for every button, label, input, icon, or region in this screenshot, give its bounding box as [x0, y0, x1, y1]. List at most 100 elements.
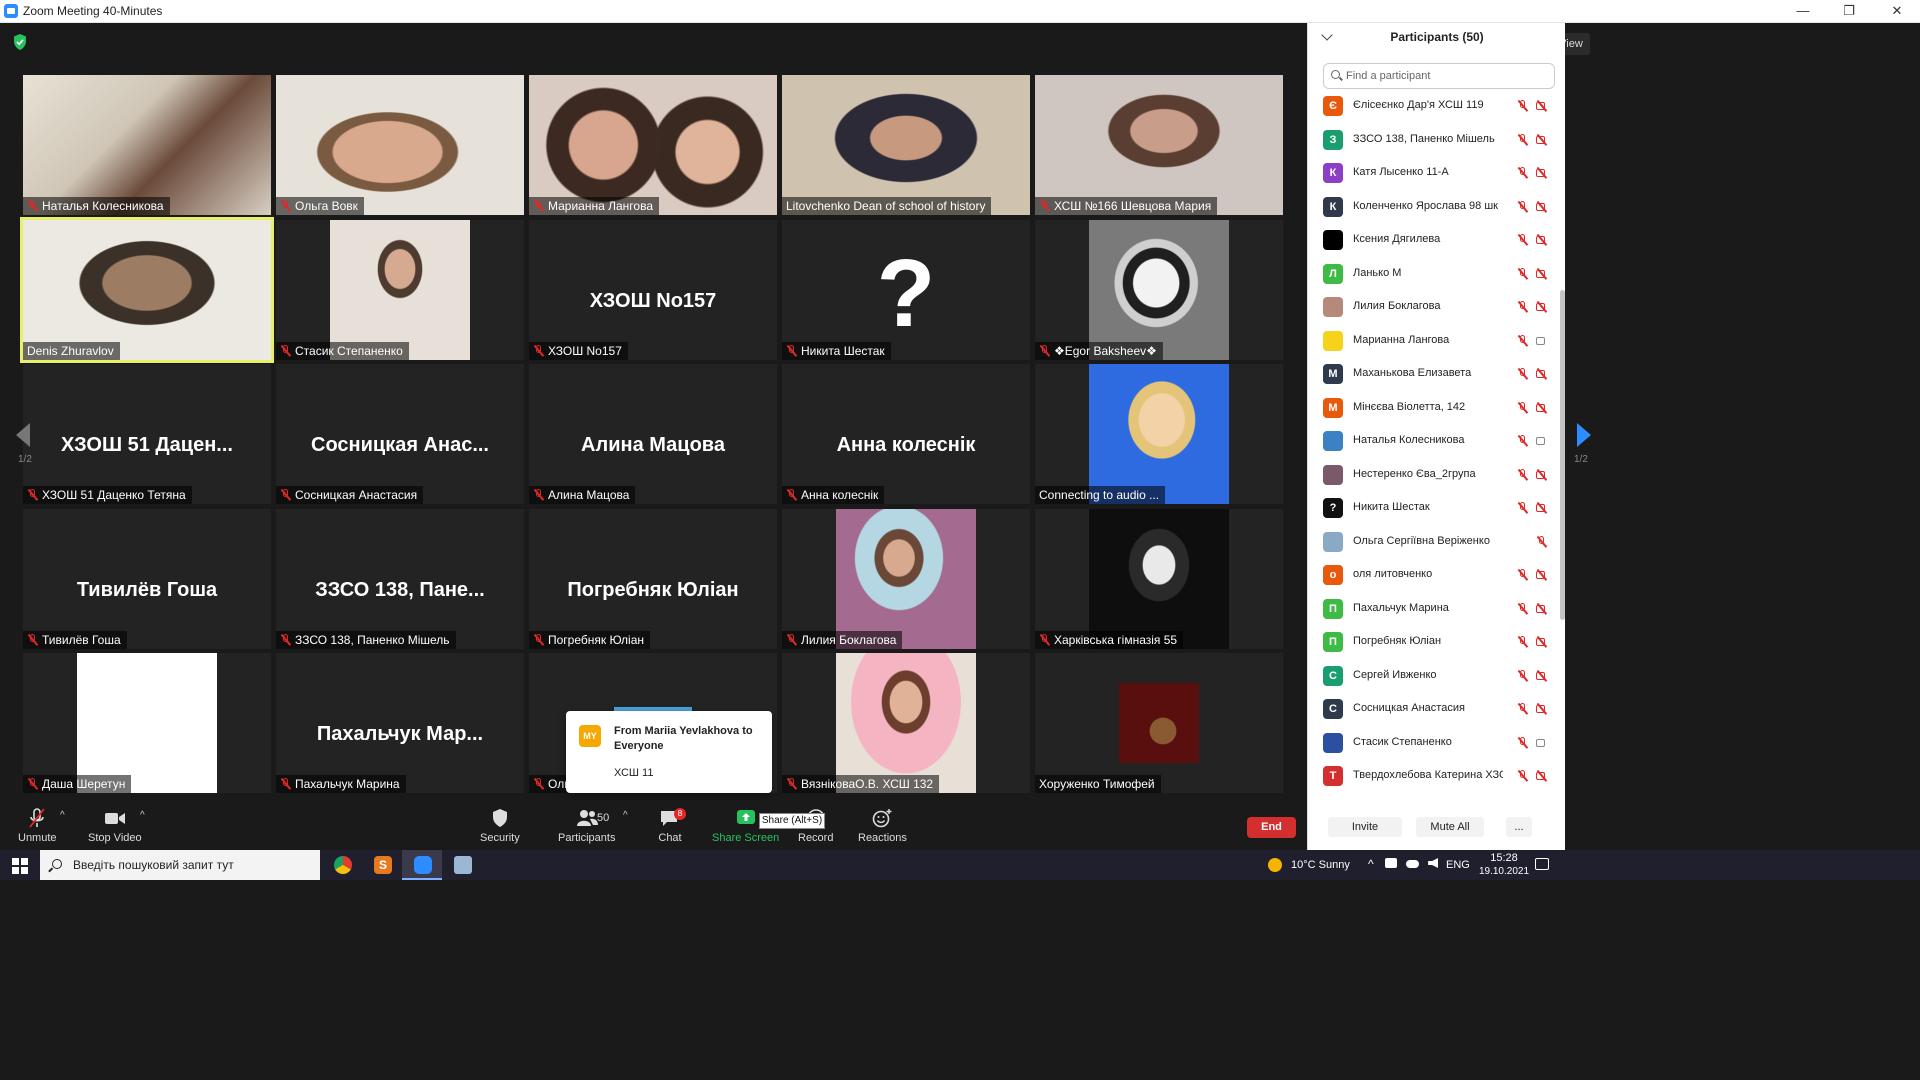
- video-tile[interactable]: Сосницкая Анас... Сосницкая Анастасия: [276, 364, 524, 504]
- video-off-icon[interactable]: [1536, 402, 1550, 414]
- clock-time[interactable]: 15:28: [1486, 852, 1522, 864]
- muted-mic-icon[interactable]: [1517, 167, 1529, 179]
- participant-row[interactable]: Лилия Боклагова: [1308, 291, 1558, 324]
- participant-row[interactable]: С Сосницкая Анастасия: [1308, 693, 1558, 726]
- participants-options-caret-icon[interactable]: ^: [623, 810, 628, 821]
- taskbar-zoom[interactable]: [402, 850, 442, 880]
- participant-row[interactable]: Л Ланько М: [1308, 258, 1558, 291]
- video-off-icon[interactable]: [1536, 569, 1550, 581]
- mute-all-button[interactable]: Mute All: [1416, 817, 1484, 837]
- video-tile[interactable]: ? Никита Шестак: [782, 220, 1030, 360]
- video-off-icon[interactable]: [1536, 636, 1550, 648]
- muted-mic-icon[interactable]: [1517, 234, 1529, 246]
- security-button[interactable]: Security: [480, 808, 520, 844]
- volume-icon[interactable]: [1428, 858, 1439, 868]
- participant-row[interactable]: Нестеренко Єва_2група: [1308, 459, 1558, 492]
- muted-mic-icon[interactable]: [1517, 669, 1529, 682]
- prev-page-arrow-icon[interactable]: [16, 423, 30, 447]
- participant-row[interactable]: Ольга Сергіївна Веріженко: [1308, 526, 1558, 559]
- muted-mic-icon[interactable]: [1517, 368, 1529, 380]
- participant-row[interactable]: П Погребняк Юліан: [1308, 626, 1558, 659]
- end-meeting-button[interactable]: End: [1247, 817, 1296, 838]
- video-off-icon[interactable]: [1536, 368, 1550, 380]
- muted-mic-icon[interactable]: [1536, 535, 1548, 548]
- video-tile[interactable]: Хоруженко Тимофей: [1035, 653, 1283, 793]
- unmute-button[interactable]: Unmute: [18, 808, 57, 844]
- video-tile[interactable]: Лилия Боклагова: [782, 509, 1030, 649]
- participant-row[interactable]: Марианна Лангова: [1308, 325, 1558, 358]
- video-tile[interactable]: Denis Zhuravlov: [20, 217, 274, 363]
- participant-row[interactable]: П Пахальчук Марина: [1308, 593, 1558, 626]
- taskbar-chrome[interactable]: [322, 850, 362, 880]
- video-tile[interactable]: Тивилёв Гоша Тивилёв Гоша: [23, 509, 271, 649]
- video-tile[interactable]: Погребняк Юліан Погребняк Юліан: [529, 509, 777, 649]
- video-tile[interactable]: Стасик Степаненко: [276, 220, 524, 360]
- video-tile[interactable]: Пахальчук Мар... Пахальчук Марина: [276, 653, 524, 793]
- close-button[interactable]: ✕: [1874, 0, 1920, 23]
- encryption-shield-icon[interactable]: [12, 33, 28, 51]
- muted-mic-icon[interactable]: [1517, 468, 1529, 481]
- video-off-icon[interactable]: [1536, 603, 1550, 615]
- windows-start-icon[interactable]: [12, 858, 28, 874]
- participant-list-scrollbar[interactable]: [1560, 290, 1565, 620]
- network-icon[interactable]: [1385, 858, 1397, 868]
- taskbar-app[interactable]: [442, 850, 482, 880]
- video-tile[interactable]: Litovchenko Dean of school of history: [782, 75, 1030, 215]
- video-off-icon[interactable]: [1536, 268, 1550, 280]
- video-on-icon[interactable]: [1536, 435, 1550, 447]
- muted-mic-icon[interactable]: [1517, 334, 1529, 347]
- clock-date[interactable]: 19.10.2021: [1476, 866, 1532, 877]
- video-tile[interactable]: Харківська гімназія 55: [1035, 509, 1283, 649]
- video-off-icon[interactable]: [1536, 502, 1550, 514]
- video-tile[interactable]: ХЗОШ No157 ХЗОШ No157: [529, 220, 777, 360]
- participant-row[interactable]: З ЗЗСО 138, Паненко Мішель: [1308, 124, 1558, 157]
- taskbar-skype[interactable]: S: [362, 850, 402, 880]
- video-off-icon[interactable]: [1536, 234, 1550, 246]
- video-tile[interactable]: Наталья Колесникова: [23, 75, 271, 215]
- video-tile[interactable]: Ольга Вовк: [276, 75, 524, 215]
- muted-mic-icon[interactable]: [1517, 736, 1529, 749]
- participant-row[interactable]: К Катя Лысенко 11-А: [1308, 157, 1558, 190]
- minimize-button[interactable]: —: [1780, 0, 1826, 23]
- video-tile[interactable]: Алина Мацова Алина Мацова: [529, 364, 777, 504]
- more-options-button[interactable]: ...: [1506, 817, 1532, 837]
- video-tile[interactable]: Даша Шеретун: [23, 653, 271, 793]
- notification-center-icon[interactable]: [1535, 858, 1549, 870]
- video-tile[interactable]: Марианна Лангова: [529, 75, 777, 215]
- muted-mic-icon[interactable]: [1517, 267, 1529, 280]
- muted-mic-icon[interactable]: [1517, 100, 1529, 112]
- chat-notification[interactable]: MY From Mariia Yevlakhova to Everyone ХС…: [566, 711, 772, 793]
- video-tile[interactable]: ХСШ №166 Шевцова Мария: [1035, 75, 1283, 215]
- video-off-icon[interactable]: [1536, 703, 1550, 715]
- video-off-icon[interactable]: [1536, 167, 1550, 179]
- reactions-button[interactable]: Reactions: [858, 808, 907, 844]
- input-language[interactable]: ENG: [1446, 859, 1470, 871]
- participant-row[interactable]: М Маханькова Елизавета: [1308, 358, 1558, 391]
- video-tile[interactable]: ❖Egor Baksheev❖: [1035, 220, 1283, 360]
- video-tile[interactable]: Connecting to audio ...: [1035, 364, 1283, 504]
- participant-row[interactable]: Наталья Колесникова: [1308, 425, 1558, 458]
- video-off-icon[interactable]: [1536, 134, 1550, 146]
- muted-mic-icon[interactable]: [1517, 502, 1529, 514]
- participant-row[interactable]: Є Єлісеєнко Дар'я ХСШ 119: [1308, 90, 1558, 123]
- participant-row[interactable]: Стасик Степаненко: [1308, 727, 1558, 760]
- participant-search-input[interactable]: [1346, 68, 1546, 84]
- muted-mic-icon[interactable]: [1517, 602, 1529, 615]
- participant-row[interactable]: ? Никита Шестак: [1308, 492, 1558, 525]
- video-on-icon[interactable]: [1536, 335, 1550, 347]
- muted-mic-icon[interactable]: [1517, 435, 1529, 447]
- muted-mic-icon[interactable]: [1517, 200, 1529, 213]
- muted-mic-icon[interactable]: [1517, 301, 1529, 313]
- tray-overflow-icon[interactable]: ^: [1368, 857, 1374, 871]
- muted-mic-icon[interactable]: [1517, 401, 1529, 414]
- participant-row[interactable]: о оля литовченко: [1308, 559, 1558, 592]
- taskbar-search-box[interactable]: Введіть пошуковий запит тут: [40, 850, 320, 880]
- next-page-arrow-icon[interactable]: [1577, 423, 1591, 447]
- participant-row[interactable]: Ксения Дягилева: [1308, 224, 1558, 257]
- invite-button[interactable]: Invite: [1328, 817, 1402, 837]
- muted-mic-icon[interactable]: [1517, 569, 1529, 581]
- video-off-icon[interactable]: [1536, 100, 1550, 112]
- muted-mic-icon[interactable]: [1517, 770, 1529, 782]
- onedrive-cloud-icon[interactable]: [1406, 860, 1420, 868]
- participant-row[interactable]: К Коленченко Ярослава 98 шк: [1308, 191, 1558, 224]
